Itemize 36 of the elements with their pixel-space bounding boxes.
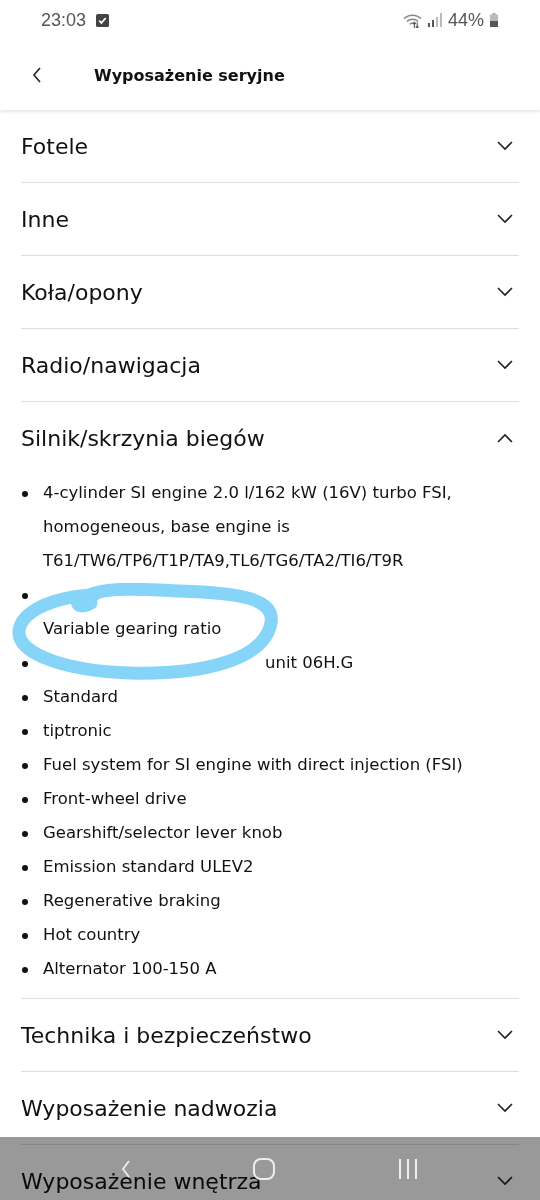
list-item-text: Regenerative braking bbox=[43, 890, 221, 912]
chevron-down-icon[interactable] bbox=[497, 360, 513, 370]
section-header[interactable]: Wyposażenie wnętrza bbox=[21, 1145, 519, 1200]
section-header[interactable]: Fotele bbox=[21, 110, 519, 182]
list-item-text: Standard bbox=[43, 686, 119, 708]
list-item-text: Fuel system for SI engine with direct injection (FSI) bbox=[43, 754, 463, 776]
back-icon[interactable] bbox=[32, 67, 42, 83]
section-header[interactable]: Wyposażenie nadwozia bbox=[21, 1072, 519, 1144]
wifi-icon bbox=[402, 12, 422, 28]
section-header[interactable]: Radio/nawigacja bbox=[21, 329, 519, 401]
chevron-down-icon[interactable] bbox=[497, 1176, 513, 1186]
list-item-text: Gearshift/selector lever knob bbox=[43, 822, 283, 844]
chevron-down-icon[interactable] bbox=[497, 287, 513, 297]
chevron-up-icon[interactable] bbox=[497, 433, 513, 443]
list-item-text: Variable gearing ratio bbox=[43, 618, 222, 640]
section-header[interactable]: Inne bbox=[21, 183, 519, 255]
signal-icon bbox=[427, 13, 442, 27]
battery-icon bbox=[490, 13, 498, 27]
battery-percent: 44% bbox=[447, 9, 484, 31]
list-item-text: unit 06H.G bbox=[265, 652, 354, 674]
section-header[interactable]: Koła/opony bbox=[21, 256, 519, 328]
list-item-text: Emission standard ULEV2 bbox=[43, 856, 254, 878]
list-item-text: Front-wheel drive bbox=[43, 788, 187, 810]
checkbox-notification-icon bbox=[96, 13, 110, 27]
list-item-text: tiptronic bbox=[43, 720, 112, 742]
list-item-text: 4-cylinder SI engine 2.0 l/162 kW (16V) turbo FSI, homogeneous, base engine is T61/TW6/TP6/T1P/TA9,TL6/TG6/TA2/TI6/T9R bbox=[43, 482, 453, 572]
section-header[interactable]: Silnik/skrzynia biegów bbox=[21, 402, 519, 474]
chevron-down-icon[interactable] bbox=[497, 1030, 513, 1040]
section-header[interactable]: Technika i bezpieczeństwo bbox=[21, 999, 519, 1071]
chevron-down-icon[interactable] bbox=[497, 141, 513, 151]
list-item-text: Alternator 100-150 A bbox=[43, 958, 217, 980]
page-title: Wyposażenie seryjne bbox=[94, 65, 285, 85]
status-time: 23:03 bbox=[41, 9, 87, 31]
chevron-down-icon[interactable] bbox=[497, 214, 513, 224]
chevron-down-icon[interactable] bbox=[497, 1103, 513, 1113]
list-item-text: Hot country bbox=[43, 924, 141, 946]
